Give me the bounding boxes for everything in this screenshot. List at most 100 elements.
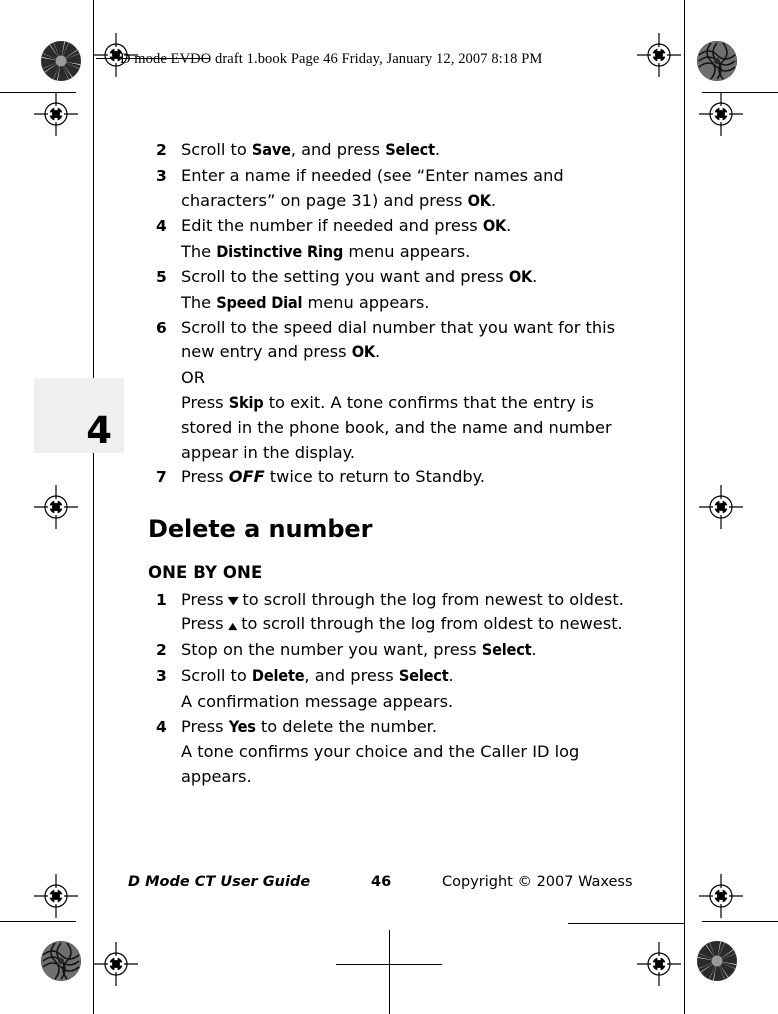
- trim-line-bottom-left: [0, 921, 76, 922]
- step-text: .: [434, 140, 441, 159]
- step-text: A confirmation message appears.: [181, 691, 454, 711]
- starburst-target-bottom-left: [41, 941, 81, 981]
- arrow-down-icon: ▼: [227, 594, 239, 608]
- trim-line-bottom-center: [389, 930, 390, 1014]
- ui-term: Select: [481, 640, 532, 660]
- step-text: .: [448, 666, 454, 686]
- step-text: .: [532, 266, 538, 286]
- step-text: Scroll to the speed dial number that you…: [181, 317, 616, 362]
- subsection-title: ONE BY ONE: [148, 562, 263, 582]
- step-text: Press: [181, 467, 229, 487]
- step-body: Edit the number if needed and press OK.: [181, 216, 511, 235]
- procedure-step: 3 Enter a name if needed (see “Enter name…: [148, 164, 648, 214]
- step-text: A tone confirms your choice and the Call…: [181, 742, 580, 787]
- step-text: menu appears.: [302, 292, 430, 312]
- section-title: Delete a number: [148, 515, 373, 544]
- step-text: Enter a name if needed (see “Enter names…: [181, 165, 564, 210]
- step-text: twice to return to Standby.: [264, 467, 486, 487]
- continued-procedure-steps: 2 Scroll to Save, and press Select. 3 Enter…: [148, 138, 648, 490]
- ui-term: Select: [385, 140, 435, 159]
- step-text: .: [506, 216, 512, 236]
- footer-copyright: Copyright © 2007 Waxess: [442, 874, 633, 890]
- step-text: The: [181, 242, 217, 262]
- step-number: 3: [156, 166, 167, 185]
- procedure-step: 3 Scroll to Delete, and press Select.: [148, 664, 648, 689]
- step-number: 4: [156, 217, 167, 236]
- step-note: Press Skip to exit. A tone confirms that…: [148, 391, 648, 465]
- registration-mark-bottom-left: [94, 942, 138, 986]
- step-body: Press OFF twice to return to Standby.: [181, 467, 485, 486]
- step-text: to scroll through the log from oldest to…: [236, 614, 623, 634]
- registration-mark-bottom-right: [637, 942, 681, 986]
- step-number: 6: [156, 318, 167, 337]
- trim-line-left: [93, 0, 94, 1014]
- step-number: 3: [156, 667, 167, 686]
- procedure-step: 4 Edit the number if needed and press OK.: [148, 214, 648, 239]
- registration-mark-right-lower: [699, 874, 743, 918]
- procedure-step: 1 Press ▼ to scroll through the log from …: [148, 588, 648, 638]
- ui-term: Skip: [228, 392, 264, 412]
- step-text: Scroll to the setting you want and press: [181, 266, 509, 286]
- step-text: to delete the number.: [255, 716, 437, 736]
- ui-term: Save: [251, 140, 291, 159]
- step-text: Stop on the number you want, press: [181, 640, 482, 660]
- trim-line-right: [684, 0, 685, 1014]
- page-footer: D Mode CT User Guide 46 Copyright © 2007…: [128, 874, 648, 891]
- registration-mark-top-right: [637, 33, 681, 77]
- step-text: menu appears.: [343, 242, 471, 262]
- step-text: Edit the number if needed and press: [181, 216, 483, 236]
- step-number: 7: [156, 468, 167, 487]
- step-number: 4: [156, 717, 167, 736]
- step-text: Scroll to: [181, 140, 252, 159]
- procedure-step: 7 Press OFF twice to return to Standby.: [148, 465, 648, 490]
- key-label: OFF: [228, 467, 265, 487]
- step-number: 2: [156, 141, 167, 159]
- ui-term: OK: [508, 266, 533, 286]
- starburst-target-top-right: [697, 41, 737, 81]
- ui-term: OK: [467, 190, 491, 210]
- registration-mark-right-upper: [699, 92, 743, 136]
- step-text: Press: [181, 716, 229, 736]
- step-text: , and press: [290, 140, 386, 159]
- arrow-up-icon: ▲: [227, 620, 237, 632]
- step-text: .: [374, 342, 381, 362]
- step-body: Scroll to Save, and press Select.: [181, 140, 440, 159]
- starburst-target-bottom-right: [697, 941, 737, 981]
- registration-mark-right-middle: [699, 485, 743, 529]
- registration-mark-left-upper: [34, 92, 78, 136]
- step-note: The Distinctive Ring menu appears.: [148, 240, 648, 265]
- footer-page-number: 46: [371, 874, 392, 890]
- delete-procedure-steps: 1 Press ▼ to scroll through the log from …: [148, 588, 648, 790]
- document-page: D mode EVDO draft 1.book Page 46 Friday,…: [0, 0, 778, 1014]
- step-body: Press ▼ to scroll through the log from n…: [181, 590, 624, 634]
- registration-mark-left-middle: [34, 485, 78, 529]
- ui-term: Distinctive Ring: [216, 242, 344, 262]
- step-text: OR: [181, 368, 205, 388]
- step-note: A confirmation message appears.: [148, 690, 648, 715]
- step-text: , and press: [304, 666, 399, 686]
- procedure-step: 6 Scroll to the speed dial number that yo…: [148, 316, 648, 366]
- step-body: Scroll to Delete, and press Select.: [181, 666, 454, 685]
- step-number: 5: [156, 267, 167, 286]
- chapter-number: 4: [86, 409, 112, 452]
- step-note: A tone confirms your choice and the Call…: [148, 740, 648, 790]
- step-text: The: [181, 292, 217, 312]
- step-number: 2: [156, 641, 167, 660]
- step-text: Scroll to: [181, 666, 252, 686]
- footer-guide-title: D Mode CT User Guide: [128, 874, 311, 890]
- step-body: Scroll to the speed dial number that you…: [181, 318, 615, 362]
- ui-term: Delete: [251, 666, 305, 686]
- trim-line-bottom-right: [702, 921, 778, 922]
- step-text: Press: [181, 392, 229, 412]
- page-content: 2 Scroll to Save, and press Select. 3 Enter…: [148, 138, 648, 790]
- procedure-step: 4 Press Yes to delete the number.: [148, 715, 648, 740]
- ui-term: OK: [482, 216, 507, 236]
- starburst-target-top-left: [41, 41, 81, 81]
- step-body: Press Yes to delete the number.: [181, 717, 437, 736]
- step-text: .: [490, 190, 496, 210]
- step-body: Scroll to the setting you want and press…: [181, 267, 537, 286]
- step-note: The Speed Dial menu appears.: [148, 291, 648, 316]
- ui-term: Select: [398, 666, 449, 686]
- registration-mark-left-lower: [34, 874, 78, 918]
- trim-line-bottom-center-h: [336, 964, 442, 965]
